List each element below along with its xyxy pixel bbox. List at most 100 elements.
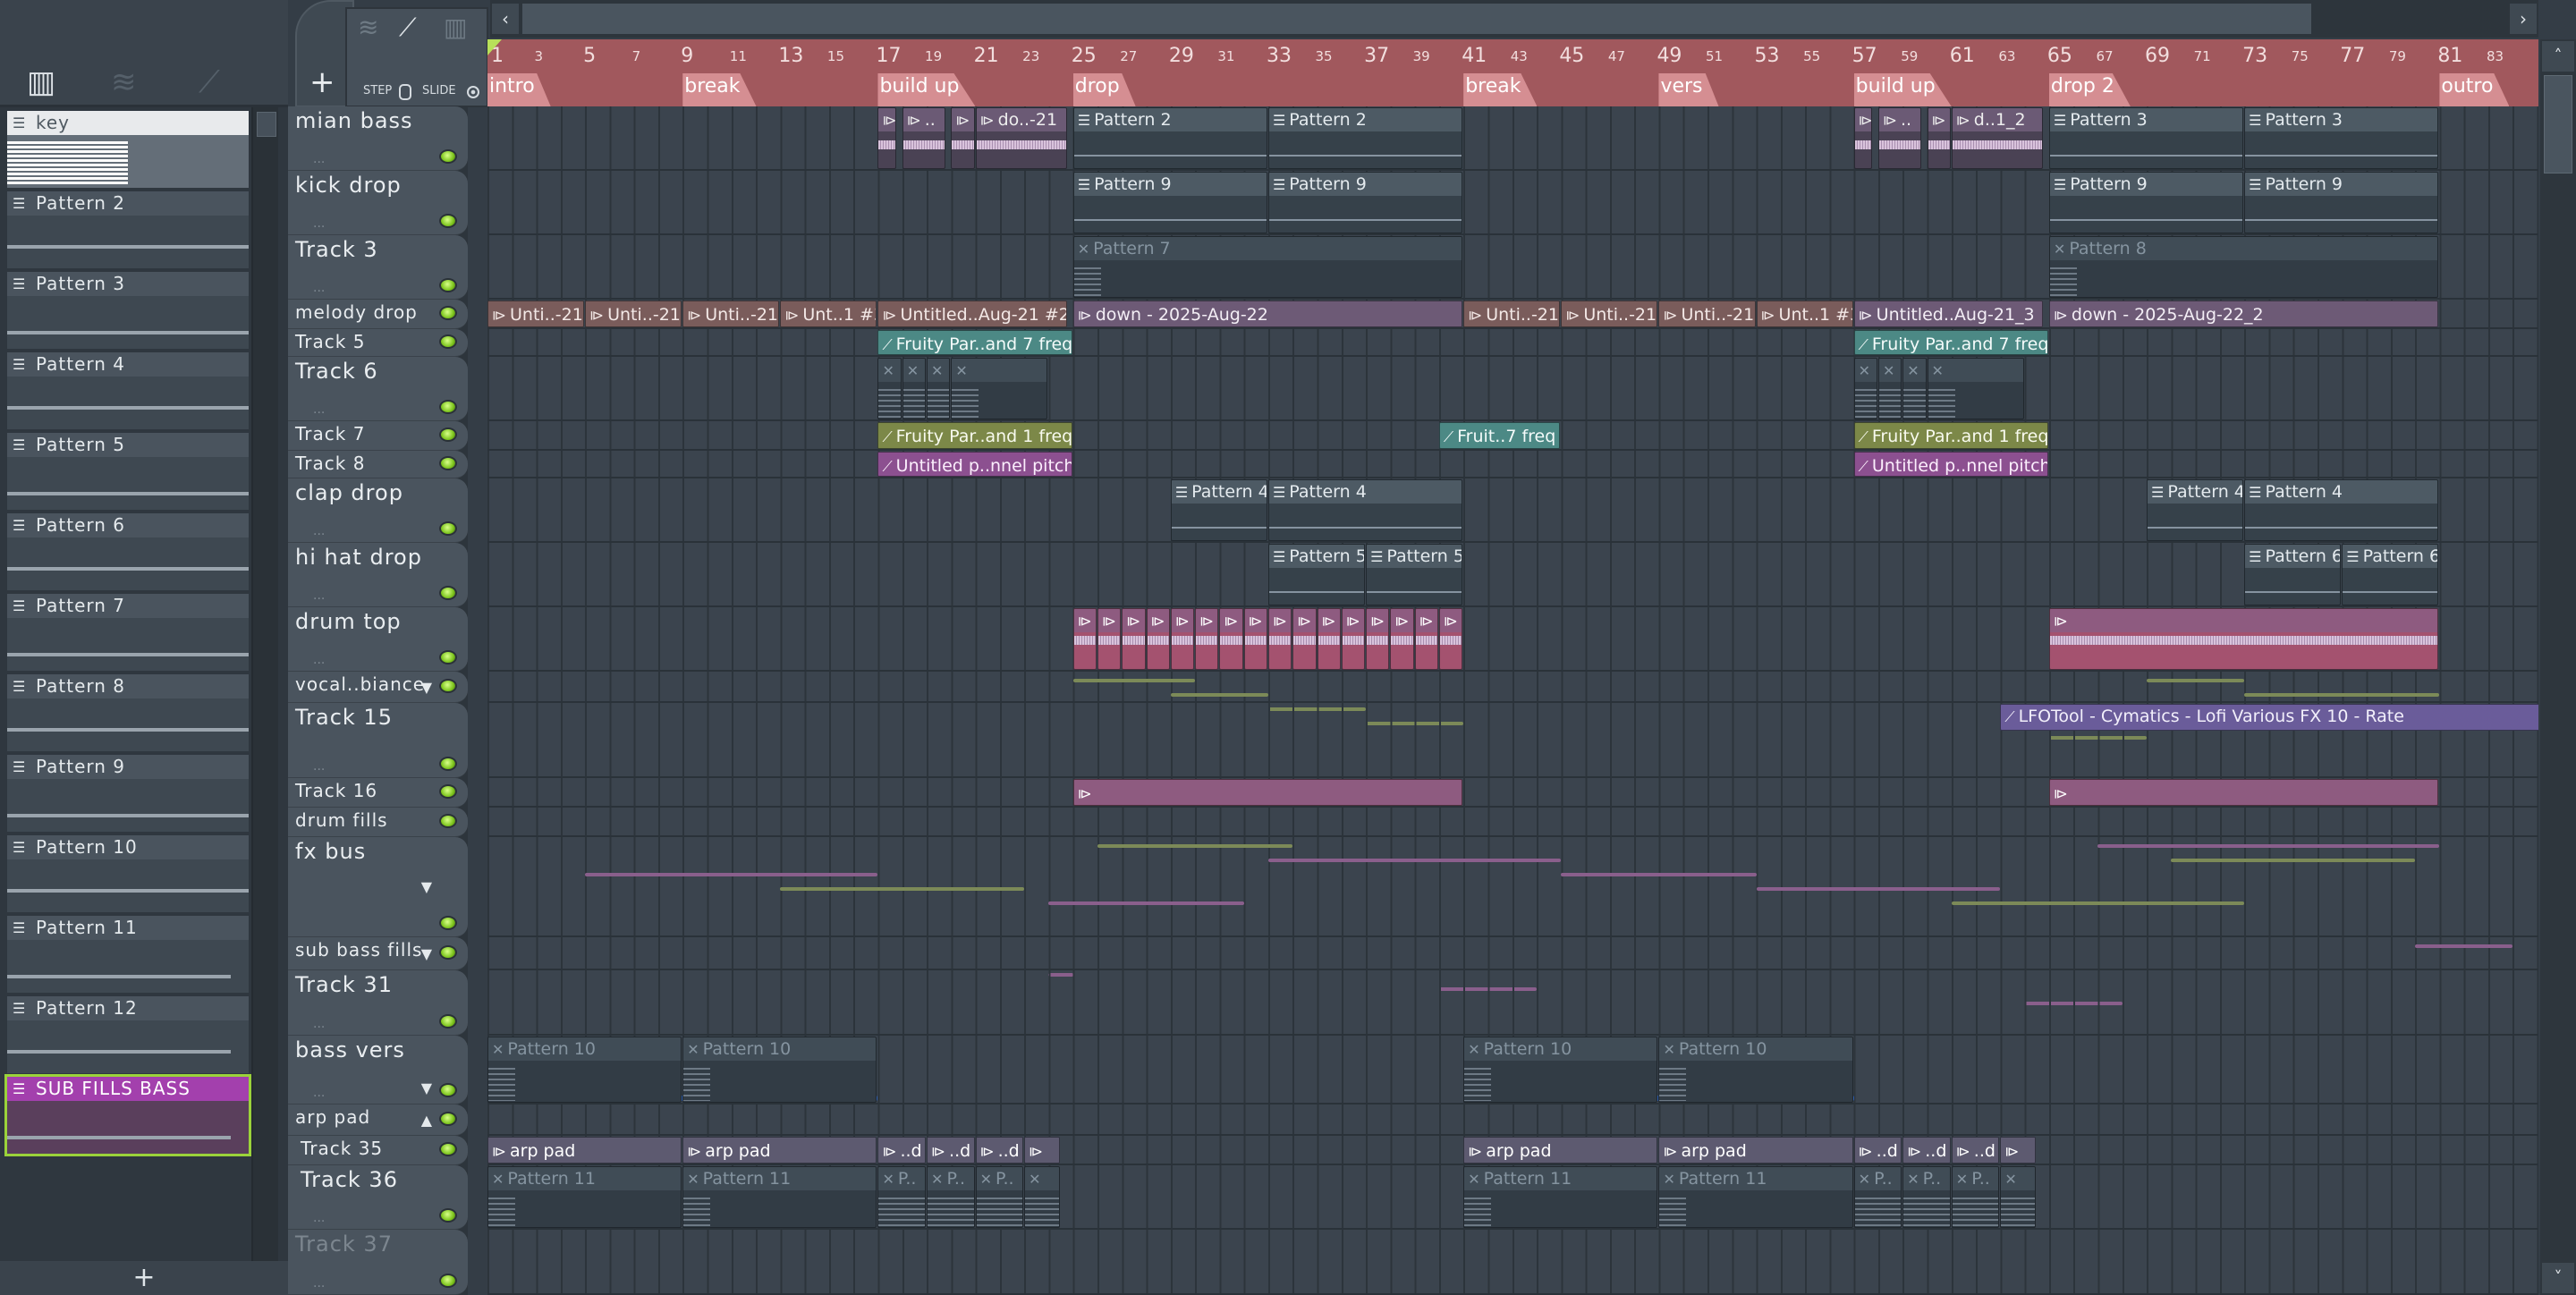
track-enable-led[interactable] — [439, 783, 457, 799]
vertical-scrollbar[interactable]: ˄ ˅ — [2540, 39, 2576, 1295]
track-name[interactable]: mian bass — [295, 108, 413, 133]
track-options[interactable]: ... — [313, 281, 325, 295]
track-header[interactable]: vocal..biance ▼ — [288, 672, 468, 703]
track-row[interactable]: ⟋ LFOTool - Cymatics - Lofi Various FX 10… — [487, 703, 2538, 778]
piano-roll-icon[interactable]: ▥ — [444, 13, 467, 42]
expand-arrow-icon[interactable]: ▼ — [421, 1079, 432, 1096]
playlist-clip[interactable]: ✕ Pattern 10 — [487, 1037, 682, 1103]
track-enable-led[interactable] — [439, 813, 457, 828]
marker-drop[interactable]: drop — [1072, 73, 1136, 106]
track-name[interactable]: Track 3 — [295, 237, 378, 262]
track-header[interactable]: Track 8 — [288, 451, 468, 478]
playlist-clip[interactable]: ⧐ — [1219, 608, 1243, 670]
playlist-clip[interactable]: ⧐ Unti..-21 — [585, 300, 682, 327]
playlist-clip[interactable]: ✕ P.. — [1902, 1166, 1951, 1228]
playlist-clip[interactable]: ⟋ Untitled p..nnel pitch — [877, 452, 1072, 477]
playlist-clip[interactable]: ⧐ — [1097, 608, 1122, 670]
track-header[interactable]: Track 37... — [288, 1230, 468, 1295]
track-name[interactable]: bass vers — [295, 1037, 405, 1062]
playlist-clip[interactable]: ✕ Pattern 10 — [1463, 1037, 1658, 1103]
track-header[interactable]: kick drop... — [288, 171, 468, 235]
track-name[interactable]: hi hat drop — [295, 545, 422, 570]
pattern-item[interactable]: ☰ Pattern 5 — [7, 433, 249, 510]
playlist-clip[interactable]: ⧐ ..d — [1853, 1137, 1902, 1164]
track-header[interactable]: Track 7 — [288, 421, 468, 451]
track-name[interactable]: Track 16 — [295, 780, 377, 801]
playlist-clip[interactable]: ✕ — [1024, 1166, 1061, 1228]
playlist-clip[interactable]: ⧐.. — [1877, 107, 1922, 169]
pattern-item[interactable]: ☰ key — [7, 111, 249, 188]
pattern-item[interactable]: ☰ Pattern 11 — [7, 916, 249, 993]
track-row[interactable] — [487, 1105, 2538, 1136]
song-position-marker[interactable] — [487, 39, 502, 55]
track-header[interactable]: sub bass fills ▼ — [288, 937, 468, 970]
playlist-clip[interactable]: ⧐ — [1122, 608, 1146, 670]
track-enable-led[interactable] — [439, 149, 457, 164]
slide-toggle[interactable] — [467, 86, 479, 98]
playlist-clip[interactable]: ⧐ arp pad — [1658, 1137, 1853, 1164]
track-name[interactable]: Track 6 — [295, 359, 378, 384]
playlist-clip[interactable]: ⧐ Unti..-21 — [682, 300, 780, 327]
track-enable-led[interactable] — [439, 521, 457, 536]
track-name[interactable]: fx bus — [295, 839, 366, 864]
playlist-clip[interactable]: ✕ — [877, 358, 902, 419]
overview-window[interactable] — [522, 4, 2311, 34]
marker-break[interactable]: break — [682, 73, 757, 106]
playlist-clip[interactable]: ✕ — [1902, 358, 1927, 419]
playlist-clip[interactable]: ⧐ Unti..-21 — [1658, 300, 1756, 327]
playlist-clip[interactable]: ✕ Pattern 10 — [682, 1037, 877, 1103]
track-options[interactable]: ... — [313, 152, 325, 166]
track-row[interactable] — [487, 837, 2538, 937]
playlist-clip[interactable]: ✕ — [2000, 1166, 2037, 1228]
pattern-item[interactable]: ☰ Pattern 6 — [7, 513, 249, 590]
playlist-clip[interactable]: ⧐Unt..1 #3 — [780, 300, 877, 327]
playlist-clip[interactable]: ⧐ Untitled..Aug-21_3 — [1853, 300, 2044, 327]
track-row[interactable]: ⟋ Fruity Par..and 7 freq ⟋ Fruity Par..and … — [487, 329, 2538, 357]
picker-scrollbar[interactable] — [251, 107, 278, 1270]
playlist-clip[interactable]: ✕ P.. — [1951, 1166, 2000, 1228]
expand-arrow-icon[interactable]: ▼ — [421, 945, 432, 962]
marker-vers[interactable]: vers — [1658, 73, 1719, 106]
playlist-clip[interactable]: ☰ Pattern 9 — [1072, 172, 1267, 233]
track-name[interactable]: Track 31 — [295, 972, 393, 997]
playlist-clip[interactable]: ⧐.. — [902, 107, 945, 169]
playlist-clip[interactable]: ⧐ arp pad — [682, 1137, 877, 1164]
playlist-clip[interactable]: ☰ Pattern 2 — [1267, 107, 1463, 169]
playlist-clip[interactable]: ✕ P.. — [927, 1166, 975, 1228]
playlist-clip[interactable]: ⧐ ..d — [975, 1137, 1024, 1164]
expand-arrow-icon[interactable]: ▼ — [421, 679, 432, 696]
track-enable-led[interactable] — [439, 678, 457, 693]
track-options[interactable]: ... — [313, 1086, 325, 1100]
track-header[interactable]: melody drop — [288, 300, 468, 329]
playlist-clip[interactable]: ⧐ arp pad — [487, 1137, 682, 1164]
playlist-clip[interactable]: ⧐ — [1072, 608, 1097, 670]
track-header[interactable]: fx bus ▼ — [288, 837, 468, 937]
track-header[interactable]: Track 5 — [288, 329, 468, 357]
track-options[interactable]: ... — [313, 1017, 325, 1031]
track-name[interactable]: melody drop — [295, 301, 418, 323]
track-row[interactable]: ⟋ Fruity Par..and 1 freq ⟋ Fruit..7 freq ⟋ Fr… — [487, 421, 2538, 451]
playlist-clip[interactable]: ⧐ — [2048, 608, 2439, 670]
playlist-clip[interactable]: ⟋ LFOTool - Cymatics - Lofi Various FX 10… — [2000, 704, 2538, 731]
track-row[interactable] — [487, 672, 2538, 740]
playlist-clip[interactable]: ⧐ do..-21 — [975, 107, 1068, 169]
pattern-item[interactable]: ☰ Pattern 4 — [7, 352, 249, 429]
playlist-clip[interactable]: ✕ P.. — [975, 1166, 1024, 1228]
scroll-left-button[interactable]: ‹ — [492, 4, 519, 34]
playlist-clip[interactable]: ✕ — [1877, 358, 1902, 419]
marker-drop-2[interactable]: drop 2 — [2048, 73, 2131, 106]
track-header[interactable]: Track 35 — [288, 1136, 468, 1165]
add-pattern-button[interactable]: + — [0, 1261, 288, 1295]
track-row[interactable]: ⧐ ⧐ — [487, 778, 2538, 808]
playlist-clip[interactable]: ⟋ Fruity Par..and 1 freq — [877, 422, 1072, 449]
piano-roll-icon[interactable]: ▥ — [27, 64, 55, 100]
expand-arrow-icon[interactable]: ▼ — [421, 878, 432, 895]
track-header[interactable]: Track 31... — [288, 970, 468, 1036]
track-row[interactable]: ⧐Unti..-21⧐Unti..-21⧐Unti..-21⧐Unt..1 #3… — [487, 300, 2538, 329]
playlist-clip[interactable]: ⟋ Fruity Par..and 7 freq — [1853, 330, 2048, 355]
playlist-clip[interactable]: ⧐ — [1243, 608, 1267, 670]
playlist-clip[interactable]: ☰ Pattern 3 — [2244, 107, 2439, 169]
playlist-clip[interactable]: ⧐ ..d — [1951, 1137, 2000, 1164]
marker-outro[interactable]: outro — [2439, 73, 2510, 106]
playlist-clip[interactable]: ⧐ — [1267, 608, 1292, 670]
